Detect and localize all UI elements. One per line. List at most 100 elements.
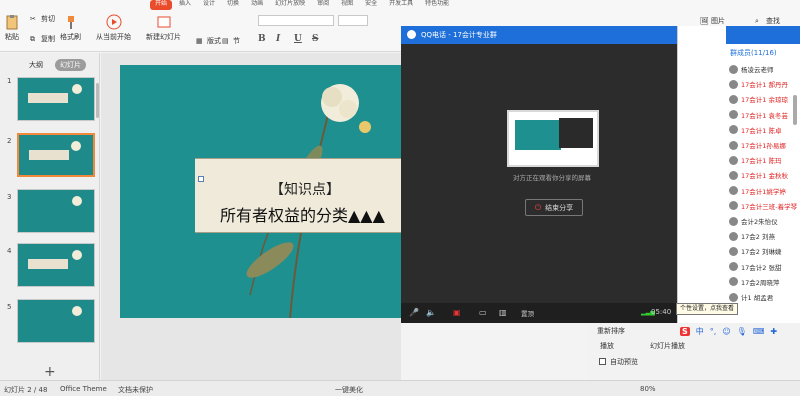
stop-sharing-button[interactable]: ⏻ 结束分享	[525, 199, 583, 216]
play-from-current-button[interactable]: 从当前开始	[96, 14, 131, 42]
tab-insert[interactable]: 插入	[174, 0, 196, 10]
cut-button[interactable]: ✂ 剪切	[30, 14, 55, 24]
member-row[interactable]: 17会计1 郝丹丹	[729, 77, 788, 91]
slides-icon[interactable]: ▥	[499, 308, 507, 317]
speaker-icon[interactable]: 🔈	[426, 308, 436, 317]
mic-input-icon[interactable]: 🎙	[737, 327, 747, 336]
tab-transition[interactable]: 切换	[222, 0, 244, 10]
member-row[interactable]: 17会计1 陈玛	[729, 153, 781, 167]
tab-review[interactable]: 审阅	[312, 0, 334, 10]
tab-slideshow[interactable]: 幻灯片放映	[270, 0, 310, 10]
find-button[interactable]: ⌕ 查找	[755, 16, 780, 26]
tab-special[interactable]: 特色功能	[420, 0, 454, 10]
copy-button[interactable]: ⧉ 复制	[30, 34, 55, 44]
camera-off-icon[interactable]: ▣	[453, 308, 461, 317]
member-row[interactable]: 17会计1 金秋秋	[729, 168, 788, 182]
document-protection[interactable]: 文档未保护	[118, 385, 153, 395]
slide-counter: 幻灯片 2 / 48	[4, 386, 48, 394]
qq-title-bar[interactable]: QQ电话 - 17会计专业群	[401, 26, 677, 44]
punctuation-icon[interactable]: °,	[710, 327, 717, 336]
slide-thumbnail-3[interactable]	[17, 189, 95, 233]
member-row[interactable]: 计1 胡孟君	[729, 290, 773, 304]
slide-title-line1: 【知识点】	[270, 182, 340, 198]
member-row[interactable]: 17会计三班-着学琴	[729, 199, 797, 213]
member-row[interactable]: 17会计1姚学婷	[729, 184, 786, 198]
section-button[interactable]: ▤ 节	[222, 36, 240, 46]
title-text-box[interactable]: 【知识点】 所有者权益的分类▲▲▲	[195, 158, 410, 233]
bold-button[interactable]: B	[258, 34, 266, 44]
tab-design[interactable]: 设计	[198, 0, 220, 10]
tab-security[interactable]: 安全	[360, 0, 382, 10]
zoom-level[interactable]: 80%	[640, 385, 656, 393]
screen-share-icon[interactable]: ▭	[479, 308, 487, 317]
avatar	[729, 231, 738, 241]
underline-button[interactable]: U	[294, 34, 302, 44]
add-slide-button[interactable]: +	[44, 364, 56, 380]
slide-thumbnail-4[interactable]	[17, 243, 95, 287]
qq-window-title: QQ电话 - 17会计专业群	[421, 31, 497, 39]
thumbnail-scrollbar[interactable]	[96, 83, 99, 118]
member-row[interactable]: 17会计1 袁冬芸	[729, 108, 788, 122]
member-name: 17会计三班-着学琴	[741, 202, 798, 211]
member-name: 17会2 刘琳婕	[741, 248, 782, 257]
status-bar: 幻灯片 2 / 48 Office Theme 文档未保护 一键美化 80%	[0, 380, 800, 396]
tab-devtools[interactable]: 开发工具	[384, 0, 418, 10]
member-row[interactable]: 17会2 刘琳婕	[729, 244, 781, 258]
skin-icon[interactable]: ✚	[770, 327, 777, 336]
tab-outline[interactable]: 大纲	[24, 59, 48, 71]
emoji-icon[interactable]: ☺	[722, 327, 730, 336]
font-name-select[interactable]	[258, 15, 334, 26]
member-row[interactable]: 17会计1 余琼琼	[729, 92, 788, 106]
member-list-scrollbar[interactable]	[793, 95, 797, 125]
auto-preview-checkbox[interactable]	[599, 358, 606, 365]
play-button[interactable]: 播放	[600, 341, 614, 351]
italic-button[interactable]: I	[276, 34, 280, 44]
member-row[interactable]: 17会2 刘燕	[729, 229, 775, 243]
mode-icon[interactable]: 中	[696, 326, 704, 337]
slide-thumbnail-2[interactable]	[17, 133, 95, 177]
member-row[interactable]: 17会计1 陈卓	[729, 123, 781, 137]
member-row[interactable]: 杨凌云老师	[729, 62, 774, 76]
slideshow-button[interactable]: 幻灯片播放	[650, 341, 685, 351]
qq-call-toolbar: 🎤 🔈 ▣ ▭ ▥ 置顶 ▂▃▅ 05:40	[401, 303, 677, 323]
paste-label: 粘贴	[5, 33, 19, 41]
slide-thumbnail-5[interactable]	[17, 299, 95, 343]
member-row[interactable]: 会计2朱怡仪	[729, 214, 778, 228]
tab-animation[interactable]: 动画	[246, 0, 268, 10]
member-name: 17会2 刘燕	[741, 233, 775, 242]
layout-button[interactable]: ▦ 版式	[196, 36, 221, 46]
avatar	[729, 79, 738, 89]
play-icon	[106, 14, 121, 30]
slide-title-line2: 所有者权益的分类▲▲▲	[220, 206, 385, 225]
member-row[interactable]: 17会计1孙易娜	[729, 138, 786, 152]
avatar	[729, 140, 738, 150]
tab-view[interactable]: 视图	[336, 0, 358, 10]
strikethrough-button[interactable]: S	[312, 34, 319, 44]
sogou-icon[interactable]: S	[680, 327, 690, 336]
picture-icon: 🖼	[700, 16, 709, 25]
font-size-select[interactable]	[338, 15, 368, 26]
slide-thumbnail-1[interactable]	[17, 77, 95, 121]
format-painter-button[interactable]: 格式刷	[60, 14, 81, 42]
member-name: 17会计1 袁冬芸	[741, 111, 788, 120]
tab-slides[interactable]: 幻灯片	[55, 59, 86, 71]
microphone-icon[interactable]: 🎤	[409, 308, 419, 317]
paste-button[interactable]: 粘贴	[4, 14, 20, 42]
avatar	[729, 186, 738, 196]
beautify-button[interactable]: 一键美化	[335, 385, 363, 395]
member-name: 17会计1 郝丹丹	[741, 81, 788, 90]
picture-button[interactable]: 🖼 图片	[700, 16, 725, 26]
slide-number-5: 5	[7, 303, 12, 311]
format-painter-label: 格式刷	[60, 33, 81, 41]
keyboard-icon[interactable]: ⌨	[753, 327, 765, 336]
new-slide-icon	[157, 16, 170, 28]
search-icon: ⌕	[755, 16, 759, 25]
tab-start[interactable]: 开始	[150, 0, 173, 10]
pin-toggle[interactable]: 置顶	[521, 308, 534, 318]
new-slide-button[interactable]: 新建幻灯片	[146, 14, 181, 42]
member-row[interactable]: 17会2周晓萍	[729, 275, 779, 289]
text-box-handle[interactable]	[198, 176, 204, 182]
member-row[interactable]: 17会计2 张甜	[729, 260, 781, 274]
find-label: 查找	[766, 17, 780, 25]
avatar	[729, 201, 738, 211]
